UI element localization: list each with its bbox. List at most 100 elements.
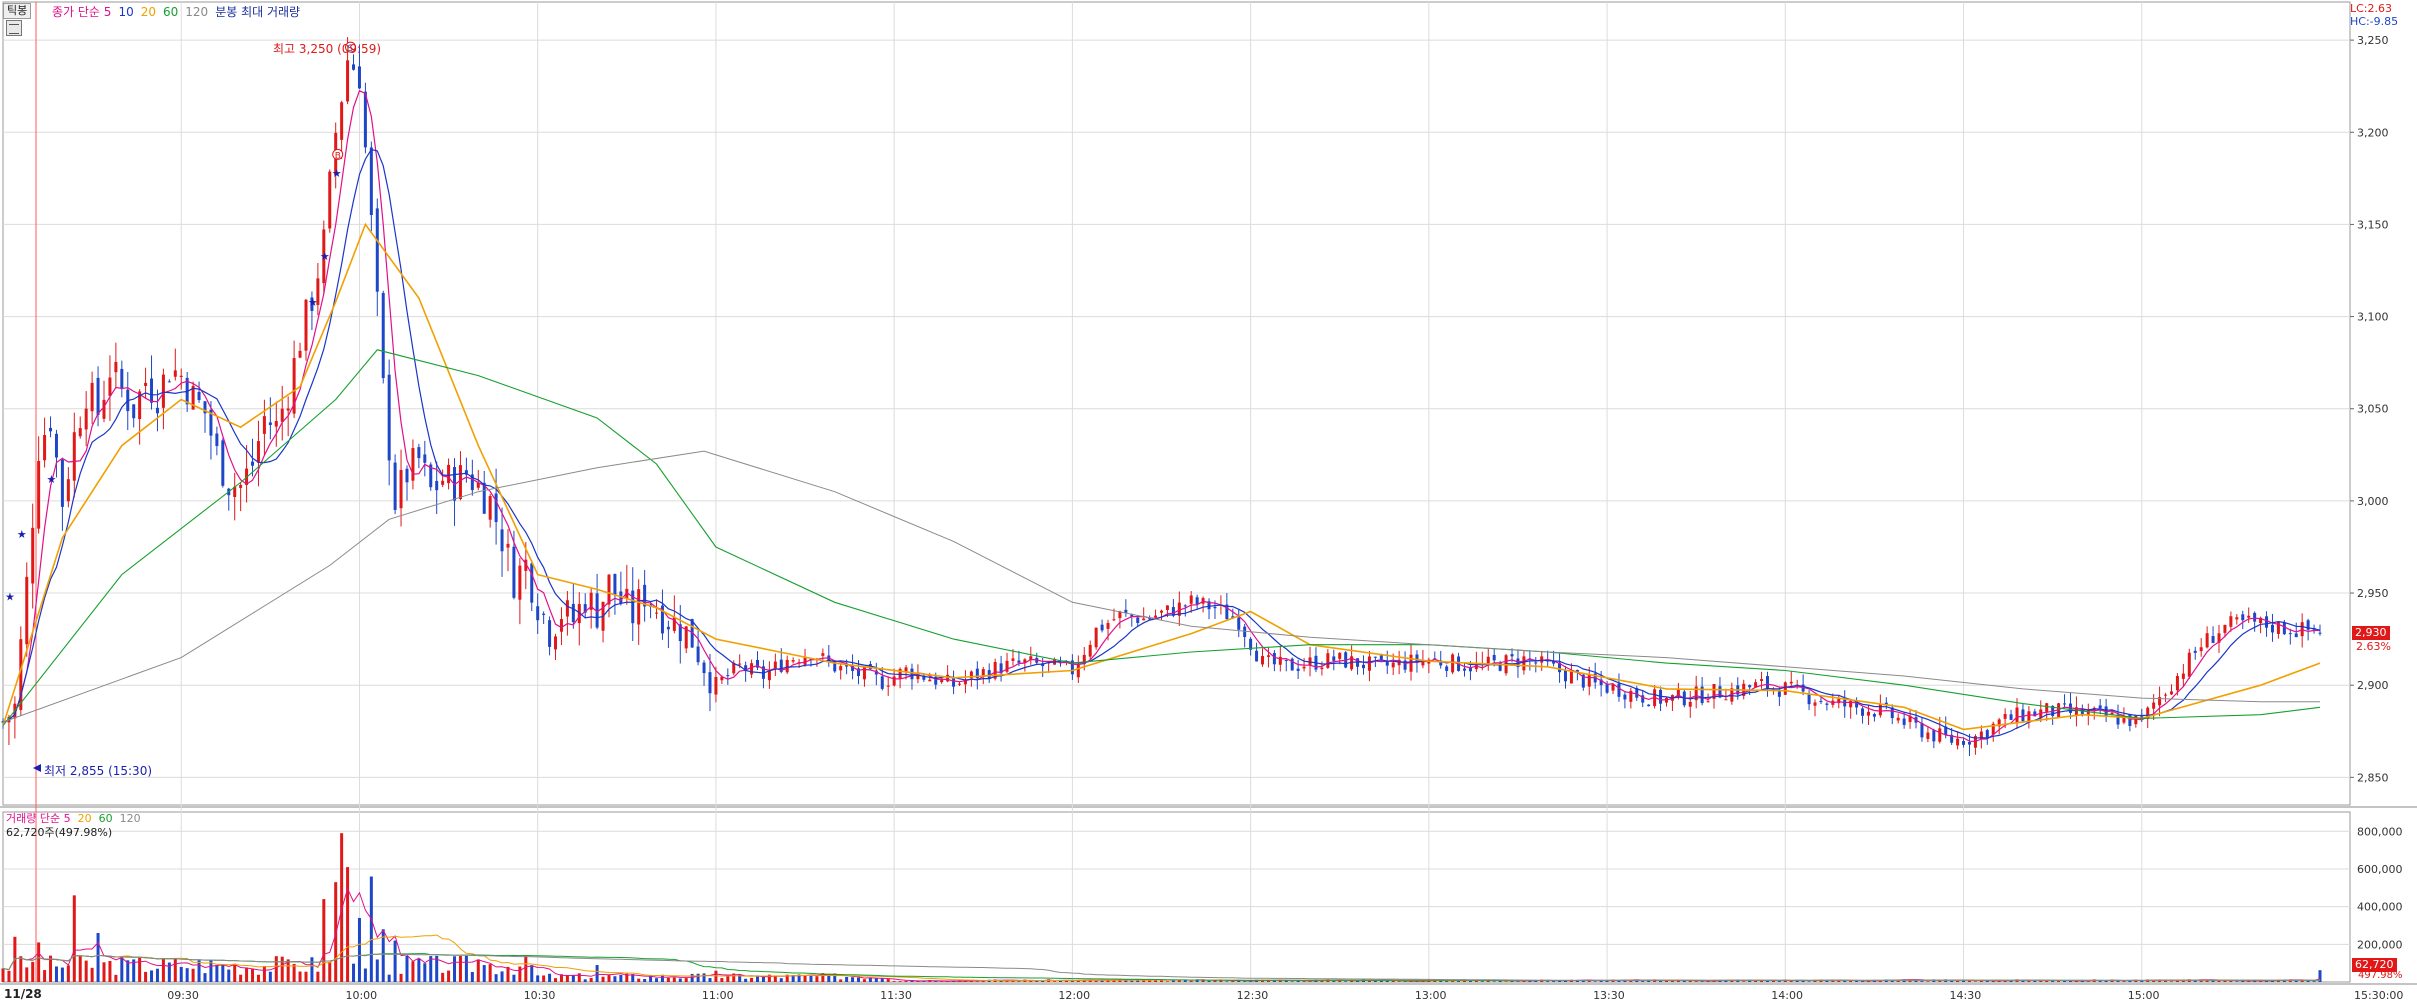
volume-bar <box>1344 981 1348 982</box>
volume-bar <box>227 969 231 982</box>
price-tick-label: 3,200 <box>2357 126 2389 139</box>
volume-bar <box>322 899 326 982</box>
volume-bar <box>1474 981 1478 982</box>
volume-bar <box>179 966 183 982</box>
volume-bar <box>744 978 748 982</box>
volume-bar <box>144 971 148 982</box>
candle-body <box>2229 616 2233 627</box>
volume-bar <box>7 970 11 982</box>
candle-body <box>785 659 789 673</box>
candle-body <box>2181 673 2185 679</box>
signal-star-icon: ★ <box>308 296 318 309</box>
candle-body <box>1902 718 1906 725</box>
volume-bar <box>268 971 272 982</box>
volume-bar <box>369 876 373 982</box>
volume-readout: 62,720주(497.98%) <box>6 826 113 839</box>
volume-bar <box>328 961 332 982</box>
volume-bar <box>280 956 284 982</box>
candle-body <box>49 427 53 432</box>
volume-bar <box>221 964 225 982</box>
candle-body <box>880 676 884 689</box>
volume-bar <box>565 975 569 982</box>
candle-body <box>262 416 266 434</box>
lc-readout: LC:2.63 <box>2350 2 2393 15</box>
candle-body <box>215 433 219 447</box>
candle-body <box>1724 699 1728 701</box>
candle-body <box>536 606 540 621</box>
volume-bar <box>84 960 88 982</box>
ma20-line <box>2 222 2321 731</box>
volume-bar <box>1504 981 1508 982</box>
volume-bar <box>2169 981 2173 982</box>
high-annotation: 최고 3,250 (09:59) <box>273 42 382 56</box>
candle-body <box>2223 624 2227 633</box>
volume-bar <box>613 976 617 982</box>
candle-body <box>542 613 546 615</box>
volume-bar <box>423 963 427 982</box>
volume-bar <box>90 967 94 982</box>
volume-bar <box>405 955 409 982</box>
candle-body <box>2169 691 2173 695</box>
candle-body <box>554 636 558 650</box>
volume-bar <box>512 974 516 982</box>
candle-body <box>108 377 112 396</box>
candle-body <box>2270 624 2274 633</box>
volume-bar <box>1290 981 1294 982</box>
ma10-line <box>2 148 2321 739</box>
volume-bar <box>1849 980 1853 982</box>
volume-bar <box>2122 981 2126 982</box>
volume-bar <box>251 968 255 982</box>
chart-settings-icon[interactable] <box>6 20 22 36</box>
volume-bar <box>2312 981 2316 982</box>
signal-star-icon: ★ <box>332 167 342 180</box>
time-last-label: 15:30:00 <box>2354 989 2403 1002</box>
candle-body <box>1706 701 1710 703</box>
volume-bar <box>417 958 421 982</box>
candle-body <box>1260 656 1264 665</box>
volume-bar <box>1659 980 1663 982</box>
candle-body <box>1088 644 1092 657</box>
time-tick-label: 14:00 <box>1771 989 1803 1002</box>
candle-body <box>1807 694 1811 705</box>
candle-body <box>2193 650 2197 653</box>
candle-body <box>1189 595 1193 604</box>
volume-bar <box>678 978 682 982</box>
candle-body <box>1094 627 1098 648</box>
volume-bar <box>702 973 706 982</box>
volume-ma5-line <box>2 887 2321 982</box>
candle-body <box>84 408 88 430</box>
low-arrow-icon <box>33 764 41 772</box>
candle-body <box>167 381 171 383</box>
volume-bar <box>1807 981 1811 982</box>
candle-body <box>54 433 58 458</box>
candle-body <box>352 64 356 70</box>
candle-body <box>1326 653 1330 668</box>
volume-bar <box>868 977 872 982</box>
ma5-line <box>2 89 2321 743</box>
candle-body <box>702 662 706 674</box>
candle-body <box>1896 717 1900 721</box>
volume-bar <box>779 978 783 982</box>
volume-bar <box>904 980 908 982</box>
period-button[interactable]: 틱봉 <box>3 3 32 19</box>
candle-body <box>530 563 534 603</box>
volume-bar <box>114 974 118 982</box>
volume-bar <box>1070 981 1074 982</box>
candle-body <box>1445 666 1449 671</box>
price-legend-4: 120 <box>185 4 209 19</box>
candle-body <box>821 653 825 656</box>
price-legend-2: 20 <box>140 4 156 19</box>
volume-bar <box>411 961 415 982</box>
volume-bar <box>2217 980 2221 982</box>
volume-bar <box>643 979 647 982</box>
candle-body <box>565 600 569 617</box>
candle-body <box>197 391 201 401</box>
candle-body <box>1320 667 1324 670</box>
price-legend-1: 10 <box>118 4 134 19</box>
candle-body <box>839 666 843 671</box>
volume-bar <box>542 975 546 982</box>
volume-bar <box>880 978 884 982</box>
volume-bar <box>393 940 397 982</box>
volume-bar <box>316 971 320 982</box>
candle-body <box>1332 656 1336 661</box>
